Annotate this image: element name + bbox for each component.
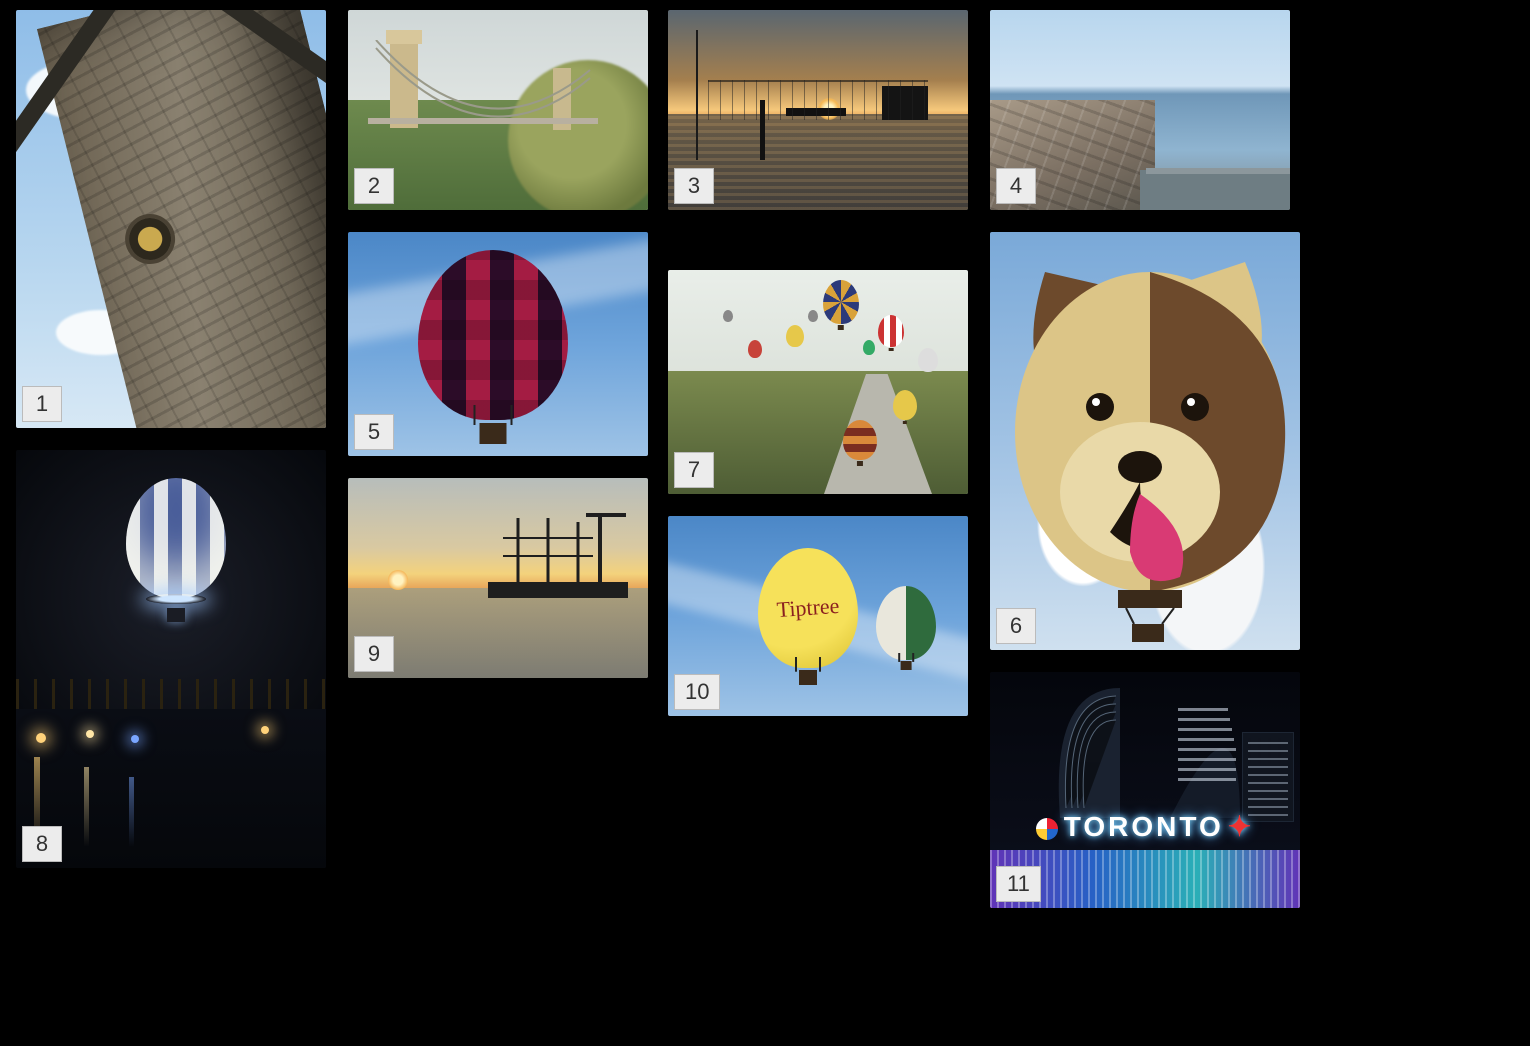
city-hall-towers [1050, 678, 1240, 818]
photo-number-badge: 5 [354, 414, 394, 450]
photo-tile-11[interactable]: TORONTO✦ 11 [990, 672, 1300, 908]
photo-tile-4[interactable]: 4 [990, 10, 1290, 210]
photo-image [16, 10, 326, 428]
photo-image [16, 450, 326, 868]
photo-tile-2[interactable]: 2 [348, 10, 648, 210]
photo-number-badge: 11 [996, 866, 1041, 902]
photo-number-badge: 4 [996, 168, 1036, 204]
photo-tile-3[interactable]: 3 [668, 10, 968, 210]
hot-air-balloon-yellow: Tiptree [758, 548, 858, 668]
photo-tile-10[interactable]: Tiptree 10 [668, 516, 968, 716]
photo-number-badge: 1 [22, 386, 62, 422]
photo-number-badge: 10 [674, 674, 720, 710]
photo-number-badge: 9 [354, 636, 394, 672]
photo-number-badge: 7 [674, 452, 714, 488]
photo-tile-9[interactable]: 9 [348, 478, 648, 678]
photo-tile-5[interactable]: 5 [348, 232, 648, 456]
photo-number-badge: 2 [354, 168, 394, 204]
photo-number-badge: 3 [674, 168, 714, 204]
balloon-text: Tiptree [754, 545, 862, 672]
photo-tile-6[interactable]: 6 [990, 232, 1300, 650]
hot-air-balloon-green [876, 586, 936, 660]
tethered-balloon [126, 478, 226, 598]
gallery-canvas: 1 2 [0, 0, 1530, 1046]
ship-silhouette [488, 518, 628, 598]
dog-balloon [990, 232, 1300, 650]
photo-tile-8[interactable]: 8 [16, 450, 326, 868]
bridge-cables [368, 40, 598, 130]
toronto-sign-text: TORONTO [1064, 811, 1224, 842]
photo-tile-7[interactable]: 7 [668, 270, 968, 494]
photo-image [990, 232, 1300, 650]
photo-tile-1[interactable]: 1 [16, 10, 326, 428]
photo-number-badge: 8 [22, 826, 62, 862]
photo-number-badge: 6 [996, 608, 1036, 644]
hot-air-balloon [418, 250, 568, 420]
